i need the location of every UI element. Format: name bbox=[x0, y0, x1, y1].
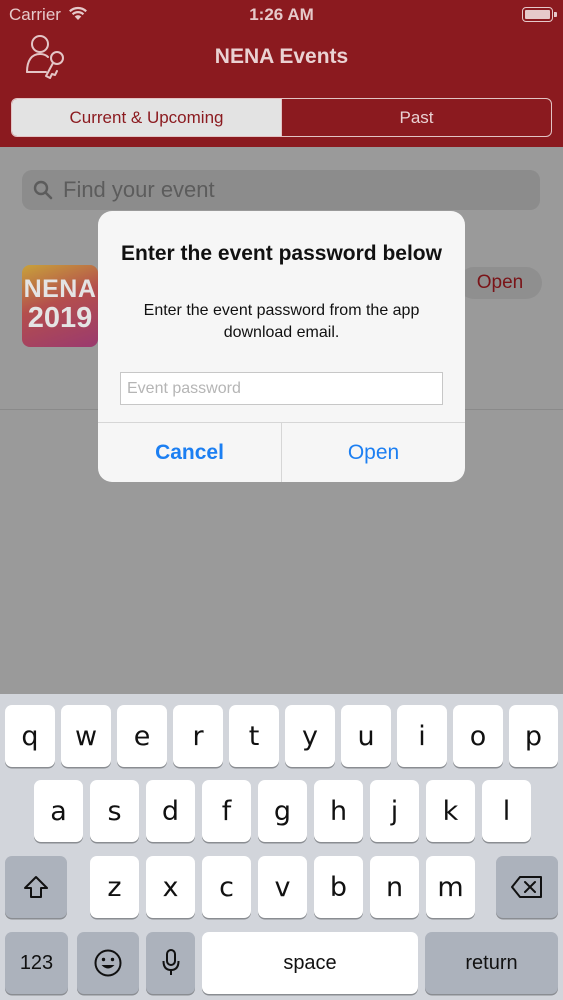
tab-past[interactable]: Past bbox=[281, 99, 551, 136]
event-logo[interactable]: NENA 2019 bbox=[22, 265, 98, 347]
cancel-button[interactable]: Cancel bbox=[98, 423, 282, 482]
key-b[interactable]: b bbox=[314, 856, 363, 918]
numbers-key[interactable]: 123 bbox=[5, 932, 68, 994]
return-key[interactable]: return bbox=[425, 932, 558, 994]
key-j[interactable]: j bbox=[370, 780, 419, 842]
emoji-icon bbox=[94, 949, 122, 977]
space-key[interactable]: space bbox=[202, 932, 418, 994]
key-e[interactable]: e bbox=[117, 705, 167, 767]
key-c[interactable]: c bbox=[202, 856, 251, 918]
key-h[interactable]: h bbox=[314, 780, 363, 842]
key-f[interactable]: f bbox=[202, 780, 251, 842]
microphone-icon bbox=[162, 949, 179, 975]
key-x[interactable]: x bbox=[146, 856, 195, 918]
key-z[interactable]: z bbox=[90, 856, 139, 918]
delete-key[interactable] bbox=[496, 856, 558, 918]
event-open-button[interactable]: Open bbox=[458, 267, 542, 299]
logo-line1: NENA bbox=[23, 275, 97, 303]
key-m[interactable]: m bbox=[426, 856, 475, 918]
nav-header: Carrier 1:26 AM NENA Events Current & Up… bbox=[0, 0, 563, 147]
key-v[interactable]: v bbox=[258, 856, 307, 918]
status-bar: Carrier 1:26 AM bbox=[0, 0, 563, 30]
alert-title: Enter the event password below bbox=[121, 242, 442, 265]
key-g[interactable]: g bbox=[258, 780, 307, 842]
search-bar[interactable]: Find your event bbox=[22, 170, 540, 210]
battery-icon bbox=[522, 7, 557, 22]
logo-line2: 2019 bbox=[27, 302, 93, 334]
key-d[interactable]: d bbox=[146, 780, 195, 842]
key-i[interactable]: i bbox=[397, 705, 447, 767]
alert-actions: Cancel Open bbox=[98, 422, 465, 482]
shift-key[interactable] bbox=[5, 856, 67, 918]
key-n[interactable]: n bbox=[370, 856, 419, 918]
key-k[interactable]: k bbox=[426, 780, 475, 842]
alert-message: Enter the event password from the app do… bbox=[143, 302, 420, 341]
event-password-input[interactable] bbox=[120, 372, 443, 405]
dictation-key[interactable] bbox=[146, 932, 195, 994]
backspace-icon bbox=[511, 876, 542, 898]
key-p[interactable]: p bbox=[509, 705, 558, 767]
key-t[interactable]: t bbox=[229, 705, 279, 767]
tab-current-upcoming[interactable]: Current & Upcoming bbox=[12, 99, 281, 136]
page-title: NENA Events bbox=[214, 45, 349, 68]
key-y[interactable]: y bbox=[285, 705, 335, 767]
emoji-key[interactable] bbox=[77, 932, 139, 994]
key-o[interactable]: o bbox=[453, 705, 503, 767]
key-a[interactable]: a bbox=[34, 780, 83, 842]
search-icon bbox=[33, 180, 53, 200]
open-button[interactable]: Open bbox=[282, 423, 465, 482]
password-alert: Enter the event password below Enter the… bbox=[98, 211, 465, 482]
key-s[interactable]: s bbox=[90, 780, 139, 842]
search-placeholder: Find your event bbox=[63, 177, 215, 202]
keyboard: q w e r t y u i o p a s d f g h j k l z … bbox=[0, 694, 563, 1000]
key-r[interactable]: r bbox=[173, 705, 223, 767]
key-q[interactable]: q bbox=[5, 705, 55, 767]
key-w[interactable]: w bbox=[61, 705, 111, 767]
key-u[interactable]: u bbox=[341, 705, 391, 767]
shift-icon bbox=[24, 876, 48, 898]
key-l[interactable]: l bbox=[482, 780, 531, 842]
event-tabs: Current & Upcoming Past bbox=[11, 98, 552, 137]
clock: 1:26 AM bbox=[249, 5, 314, 24]
